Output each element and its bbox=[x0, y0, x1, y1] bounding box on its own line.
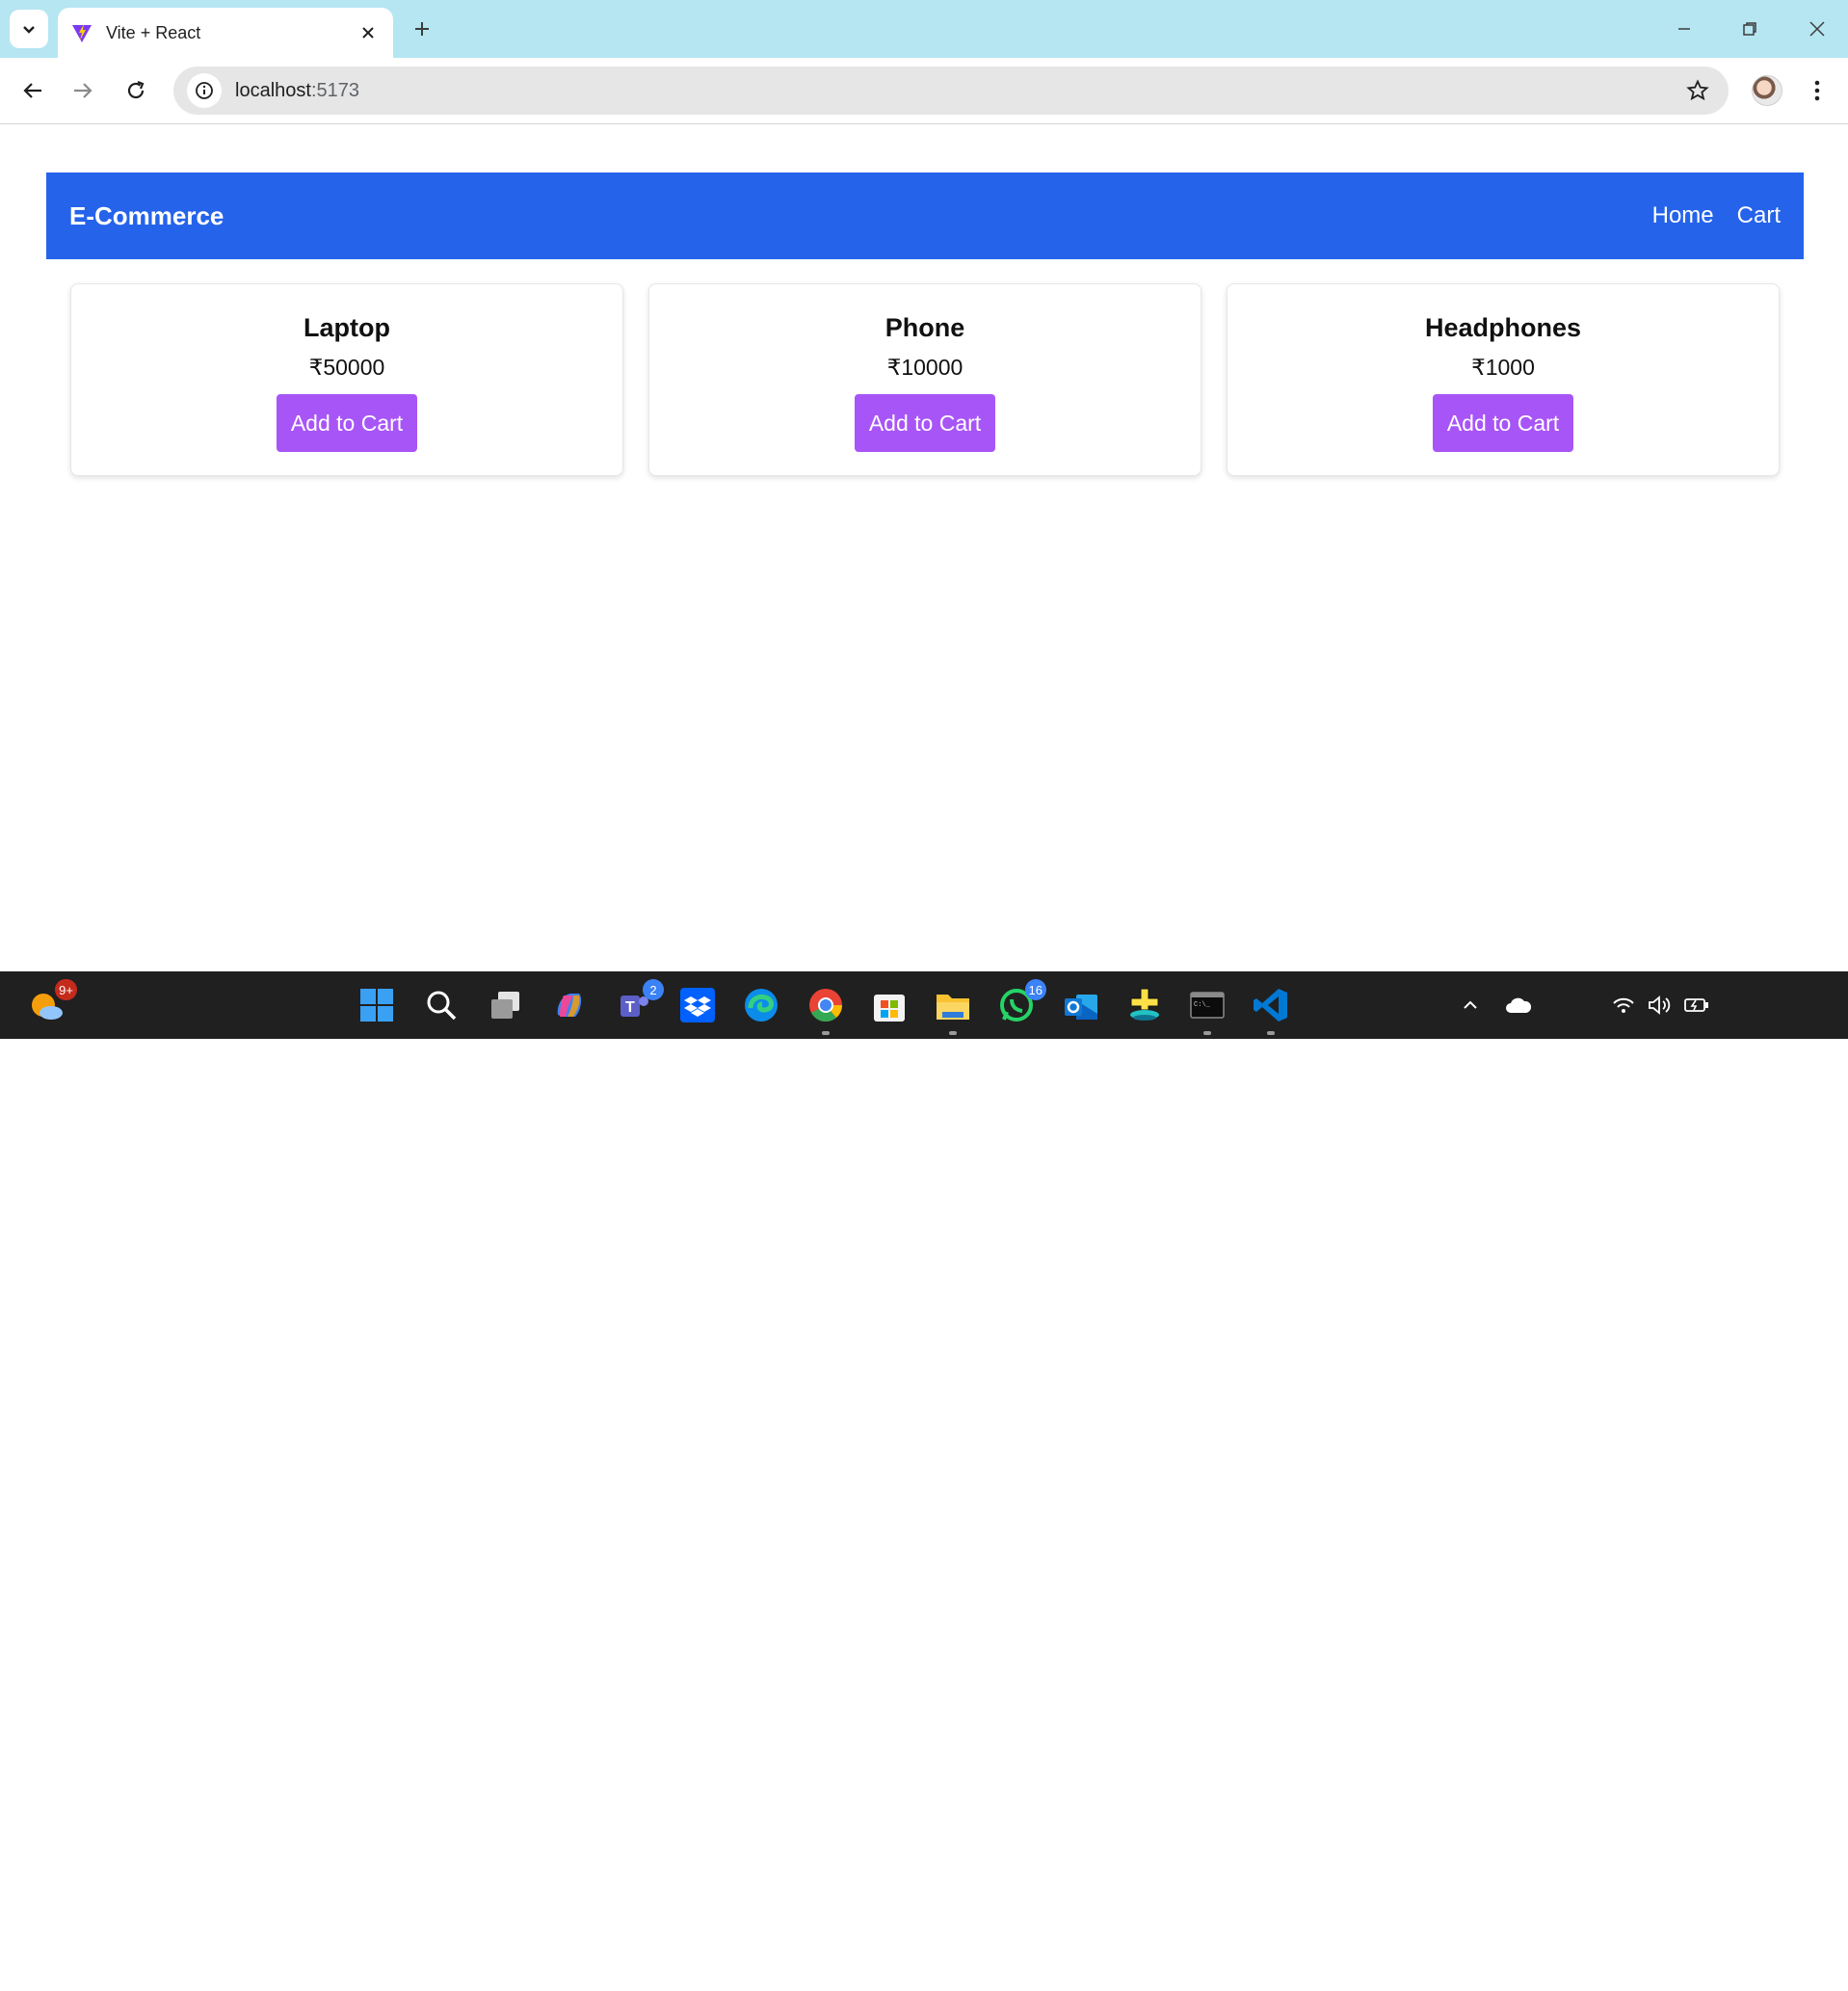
running-indicator bbox=[1267, 1031, 1275, 1035]
site-info-icon[interactable] bbox=[187, 73, 222, 108]
restore-button[interactable] bbox=[1730, 13, 1769, 44]
add-to-cart-button[interactable]: Add to Cart bbox=[1433, 394, 1573, 452]
address-bar[interactable]: localhost:5173 bbox=[173, 66, 1729, 115]
running-indicator bbox=[949, 1031, 957, 1035]
widgets-icon[interactable]: 9+ bbox=[27, 979, 77, 1025]
close-icon[interactable] bbox=[356, 21, 380, 44]
whatsapp-icon[interactable]: 16 bbox=[996, 979, 1046, 1025]
add-to-cart-button[interactable]: Add to Cart bbox=[277, 394, 417, 452]
running-indicator bbox=[1203, 1031, 1211, 1035]
browser-tab[interactable]: Vite + React bbox=[58, 8, 393, 58]
forward-button[interactable] bbox=[64, 71, 102, 110]
product-card-headphones: Headphones ₹1000 Add to Cart bbox=[1227, 283, 1780, 476]
profile-avatar[interactable] bbox=[1752, 75, 1782, 106]
bookmark-star-icon[interactable] bbox=[1686, 79, 1709, 102]
nav-link-home[interactable]: Home bbox=[1652, 202, 1714, 229]
window-close-button[interactable] bbox=[1798, 13, 1836, 44]
language-line-2: IN bbox=[1563, 1971, 1580, 1989]
svg-text:T: T bbox=[625, 999, 635, 1016]
product-card-phone: Phone ₹10000 Add to Cart bbox=[648, 283, 1201, 476]
reload-icon bbox=[127, 80, 145, 99]
task-view-icon[interactable] bbox=[486, 985, 526, 1025]
clock-time: 05:54 PM bbox=[1762, 1950, 1833, 1968]
product-price: ₹1000 bbox=[1471, 355, 1535, 380]
vscode-icon[interactable] bbox=[1251, 985, 1291, 1035]
nav-link-cart[interactable]: Cart bbox=[1737, 202, 1781, 229]
app-navbar: E-Commerce Home Cart bbox=[46, 173, 1804, 259]
language-line-1: ENG bbox=[1553, 1950, 1590, 1968]
language-indicator[interactable]: ENG IN bbox=[1546, 1949, 1597, 1991]
product-list: Laptop ₹50000 Add to Cart Phone ₹10000 A… bbox=[70, 283, 1781, 476]
browser-tab-bar: Vite + React bbox=[0, 0, 1848, 58]
brand-logo[interactable]: E-Commerce bbox=[69, 201, 224, 231]
restore-icon bbox=[1743, 22, 1756, 36]
widgets-badge: 9+ bbox=[55, 979, 77, 1000]
file-explorer-icon[interactable] bbox=[933, 985, 973, 1035]
minimize-icon bbox=[1678, 28, 1690, 30]
taskbar: 9+ T 2 16 C:\_ ENG IN 05:54 PM 03-03-202… bbox=[0, 971, 1848, 1989]
start-icon[interactable] bbox=[356, 985, 397, 1025]
clock-date: 03-03-2025 bbox=[1749, 1971, 1833, 1989]
edge-icon[interactable] bbox=[741, 985, 781, 1025]
battery-icon[interactable] bbox=[1680, 985, 1713, 1025]
running-indicator bbox=[822, 1031, 830, 1035]
product-name: Headphones bbox=[1424, 313, 1582, 342]
store-icon[interactable] bbox=[869, 985, 910, 1025]
arrow-left-icon bbox=[23, 83, 41, 98]
new-tab-button[interactable] bbox=[409, 15, 436, 42]
whatsapp-badge: 16 bbox=[1024, 979, 1046, 1000]
vite-icon bbox=[72, 24, 92, 42]
teams-badge: 2 bbox=[643, 979, 664, 1000]
add-to-cart-button[interactable]: Add to Cart bbox=[855, 394, 995, 452]
wifi-icon[interactable] bbox=[1607, 985, 1640, 1025]
clock[interactable]: 05:54 PM 03-03-2025 bbox=[1725, 1949, 1833, 1991]
tab-title: Vite + React bbox=[106, 22, 201, 42]
chrome-icon[interactable] bbox=[805, 985, 846, 1035]
dropbox-icon[interactable] bbox=[677, 985, 718, 1025]
chevron-down-icon bbox=[23, 26, 35, 34]
product-name: Phone bbox=[884, 313, 965, 342]
back-button[interactable] bbox=[13, 71, 52, 110]
app-icon[interactable] bbox=[1124, 985, 1165, 1025]
url-text: localhost:5173 bbox=[235, 79, 359, 101]
browser-toolbar: localhost:5173 bbox=[0, 58, 1848, 124]
plus-icon bbox=[415, 22, 429, 36]
search-icon[interactable] bbox=[421, 985, 462, 1025]
more-vertical-icon bbox=[1814, 80, 1820, 101]
outlook-icon[interactable] bbox=[1061, 985, 1101, 1025]
tab-search-button[interactable] bbox=[10, 10, 48, 48]
terminal-icon[interactable]: C:\_ bbox=[1187, 985, 1228, 1035]
product-card-laptop: Laptop ₹50000 Add to Cart bbox=[70, 283, 623, 476]
close-icon bbox=[1809, 21, 1825, 37]
product-price: ₹50000 bbox=[308, 355, 385, 380]
copilot-icon[interactable] bbox=[549, 985, 590, 1025]
svg-text:C:\_: C:\_ bbox=[1194, 1001, 1211, 1009]
volume-icon[interactable] bbox=[1644, 985, 1676, 1025]
product-price: ₹10000 bbox=[886, 355, 964, 380]
chevron-up-icon[interactable] bbox=[1451, 985, 1490, 1025]
nav-links: Home Cart bbox=[1652, 202, 1781, 229]
browser-menu-button[interactable] bbox=[1804, 77, 1831, 104]
product-name: Laptop bbox=[304, 313, 390, 342]
reload-button[interactable] bbox=[117, 71, 155, 110]
web-page: E-Commerce Home Cart Laptop ₹50000 Add t… bbox=[0, 125, 1848, 971]
onedrive-icon[interactable] bbox=[1499, 985, 1538, 1025]
minimize-button[interactable] bbox=[1665, 13, 1703, 44]
arrow-right-icon bbox=[74, 83, 92, 98]
teams-icon[interactable]: T 2 bbox=[614, 979, 664, 1025]
